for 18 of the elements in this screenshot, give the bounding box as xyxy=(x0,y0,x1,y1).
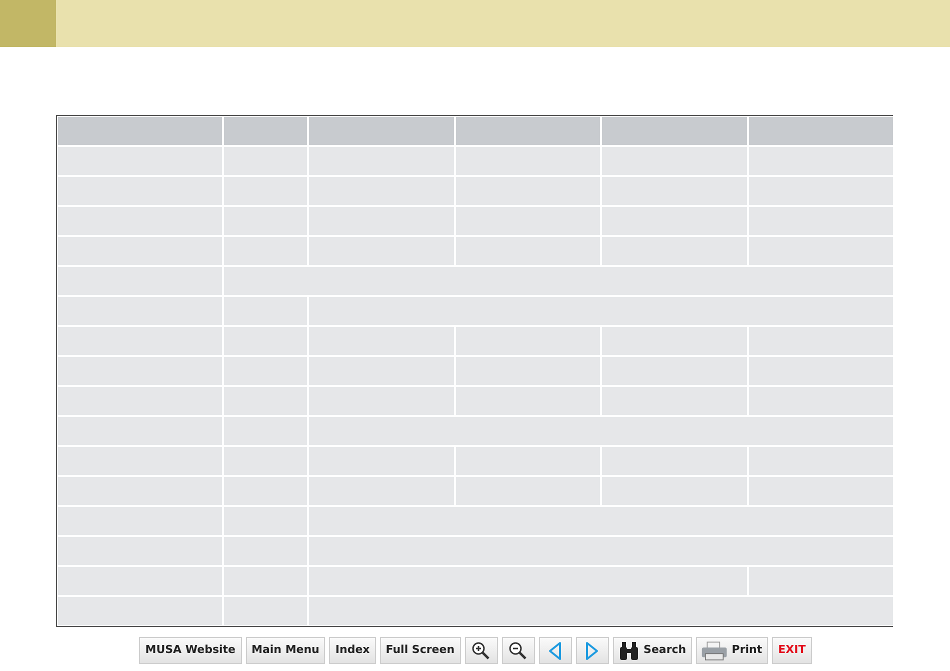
printer-icon xyxy=(701,640,728,662)
zoom-in-button[interactable] xyxy=(464,637,498,664)
zoom-out-icon xyxy=(508,640,528,660)
previous-icon xyxy=(548,640,562,660)
print-button[interactable]: Print xyxy=(696,637,768,664)
button-label: Print xyxy=(732,642,762,658)
button-label: Search xyxy=(644,642,686,658)
zoom-in-icon xyxy=(471,640,492,660)
next-button[interactable] xyxy=(576,637,609,664)
exit-button[interactable]: EXIT xyxy=(772,637,812,664)
toolbar-button[interactable]: Main Menu xyxy=(246,637,326,664)
next-icon xyxy=(585,640,600,660)
search-button[interactable]: Search xyxy=(612,637,692,664)
toolbar-button[interactable]: MUSA Website xyxy=(139,637,242,664)
zoom-out-button[interactable] xyxy=(502,637,535,664)
toolbar-button[interactable]: Index xyxy=(329,637,376,664)
binoculars-icon xyxy=(618,640,640,660)
toolbar-button[interactable]: Full Screen xyxy=(380,637,461,664)
